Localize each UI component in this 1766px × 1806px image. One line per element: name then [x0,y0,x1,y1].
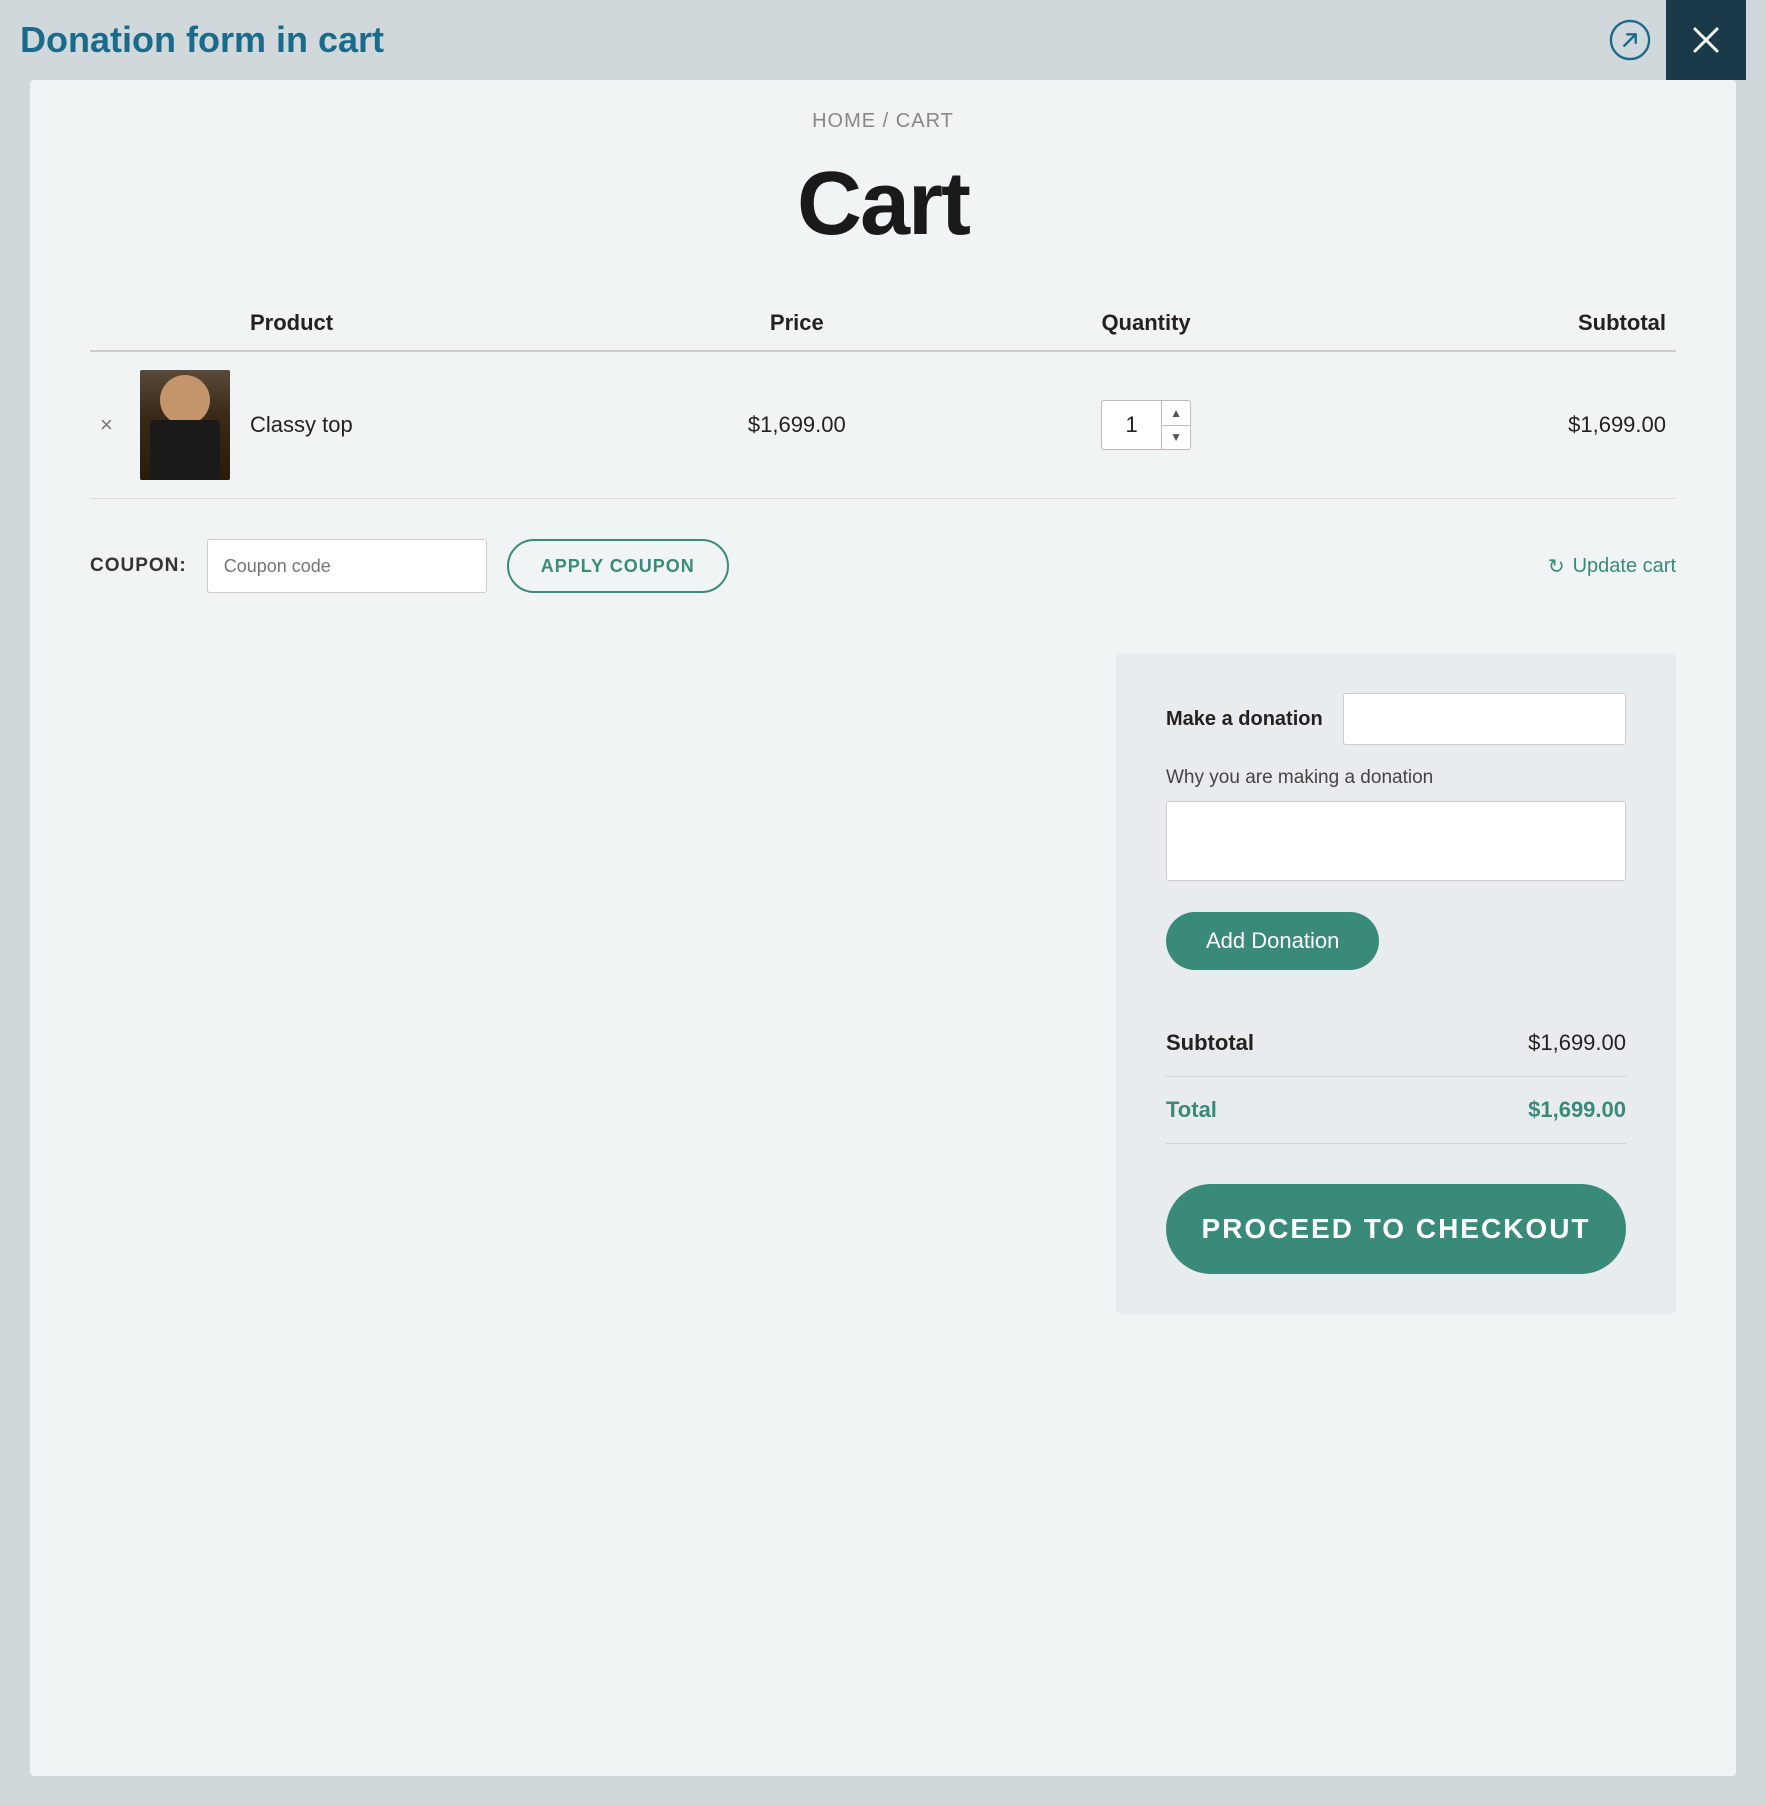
totals-table: Subtotal $1,699.00 Total $1,699.00 [1166,1010,1626,1144]
bottom-left [90,653,1116,1314]
bottom-section: Make a donation Why you are making a don… [90,653,1676,1314]
product-name: Classy top [240,351,616,499]
remove-item-button[interactable]: × [100,412,113,438]
coupon-label: COUPON: [90,555,187,577]
coupon-left: COUPON: APPLY COUPON [90,539,729,593]
page-title-bar: Donation form in cart [20,19,384,61]
quantity-stepper[interactable]: 1 ▲ ▼ [1101,400,1191,450]
main-content: HOME / CART Cart Product Price Quantity … [30,80,1736,1776]
col-product-header: Product [240,296,616,351]
subtotal-label: Subtotal [1166,1010,1384,1077]
cart-page-title: Cart [90,153,1676,256]
col-subtotal-header: Subtotal [1315,296,1676,351]
breadcrumb: HOME / CART [90,110,1676,133]
update-cart-button[interactable]: ↻ Update cart [1548,554,1676,579]
subtotal-row: Subtotal $1,699.00 [1166,1010,1626,1077]
product-thumbnail [140,370,230,480]
donation-amount-row: Make a donation [1166,693,1626,745]
quantity-up-button[interactable]: ▲ [1162,401,1190,426]
update-cart-label: Update cart [1573,555,1676,578]
donation-reason-input[interactable] [1166,801,1626,881]
cart-table: Product Price Quantity Subtotal × Classy… [90,296,1676,499]
col-image-header [130,296,240,351]
refresh-icon: ↻ [1548,554,1565,579]
total-value: $1,699.00 [1384,1077,1626,1144]
apply-coupon-button[interactable]: APPLY COUPON [507,539,729,593]
col-qty-header: Quantity [977,296,1314,351]
product-price: $1,699.00 [616,351,977,499]
product-image [140,370,230,480]
subtotal-value: $1,699.00 [1384,1010,1626,1077]
coupon-section: COUPON: APPLY COUPON ↻ Update cart [90,529,1676,603]
total-row: Total $1,699.00 [1166,1077,1626,1144]
col-remove-header [90,296,130,351]
quantity-down-button[interactable]: ▼ [1162,426,1190,450]
quantity-value: 1 [1102,412,1161,438]
add-donation-button[interactable]: Add Donation [1166,912,1379,970]
quantity-arrows: ▲ ▼ [1161,401,1190,449]
donation-reason-section: Why you are making a donation [1166,767,1626,912]
table-row: × Classy top $1,699.00 1 ▲ ▼ [90,351,1676,499]
make-donation-label: Make a donation [1166,708,1323,731]
close-button[interactable] [1666,0,1746,80]
coupon-input[interactable] [207,539,487,593]
top-bar-actions [1594,0,1746,80]
total-label: Total [1166,1077,1384,1144]
top-bar: Donation form in cart [0,0,1766,80]
cart-totals-panel: Make a donation Why you are making a don… [1116,653,1676,1314]
donation-amount-input[interactable] [1343,693,1626,745]
col-price-header: Price [616,296,977,351]
donation-reason-label: Why you are making a donation [1166,767,1626,789]
product-subtotal: $1,699.00 [1315,351,1676,499]
external-link-button[interactable] [1594,0,1666,80]
checkout-button[interactable]: PROCEED TO CHECKOUT [1166,1184,1626,1274]
